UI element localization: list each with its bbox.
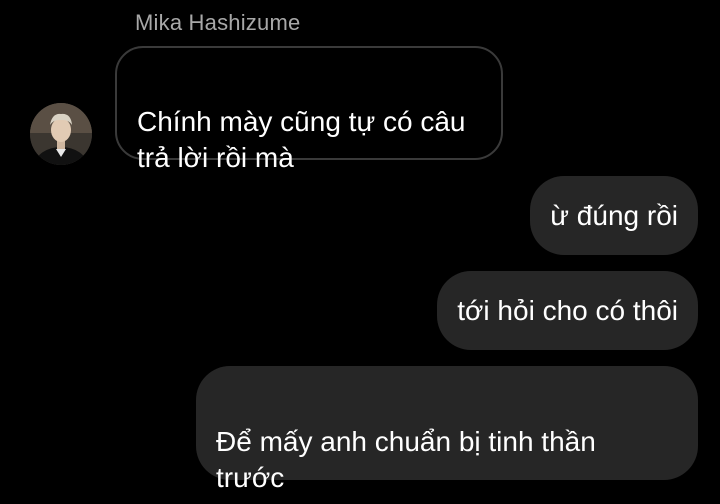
outgoing-message-bubble[interactable]: tới hỏi cho có thôi	[437, 271, 698, 350]
sender-name: Mika Hashizume	[135, 10, 301, 35]
outgoing-message-text: ừ đúng rồi	[550, 199, 678, 231]
incoming-message-text: Chính mày cũng tự có câu trả lời rồi mà	[137, 106, 466, 173]
outgoing-message-bubble[interactable]: ừ đúng rồi	[530, 176, 698, 255]
avatar-photo	[30, 103, 92, 165]
avatar[interactable]	[30, 103, 92, 165]
outgoing-message-text: Để mấy anh chuẩn bị tinh thần trước	[216, 426, 596, 493]
outgoing-message-bubble[interactable]: Để mấy anh chuẩn bị tinh thần trước	[196, 366, 698, 493]
outgoing-message-text: tới hỏi cho có thôi	[457, 294, 678, 326]
incoming-message-bubble[interactable]: Chính mày cũng tự có câu trả lời rồi mà	[115, 46, 503, 173]
